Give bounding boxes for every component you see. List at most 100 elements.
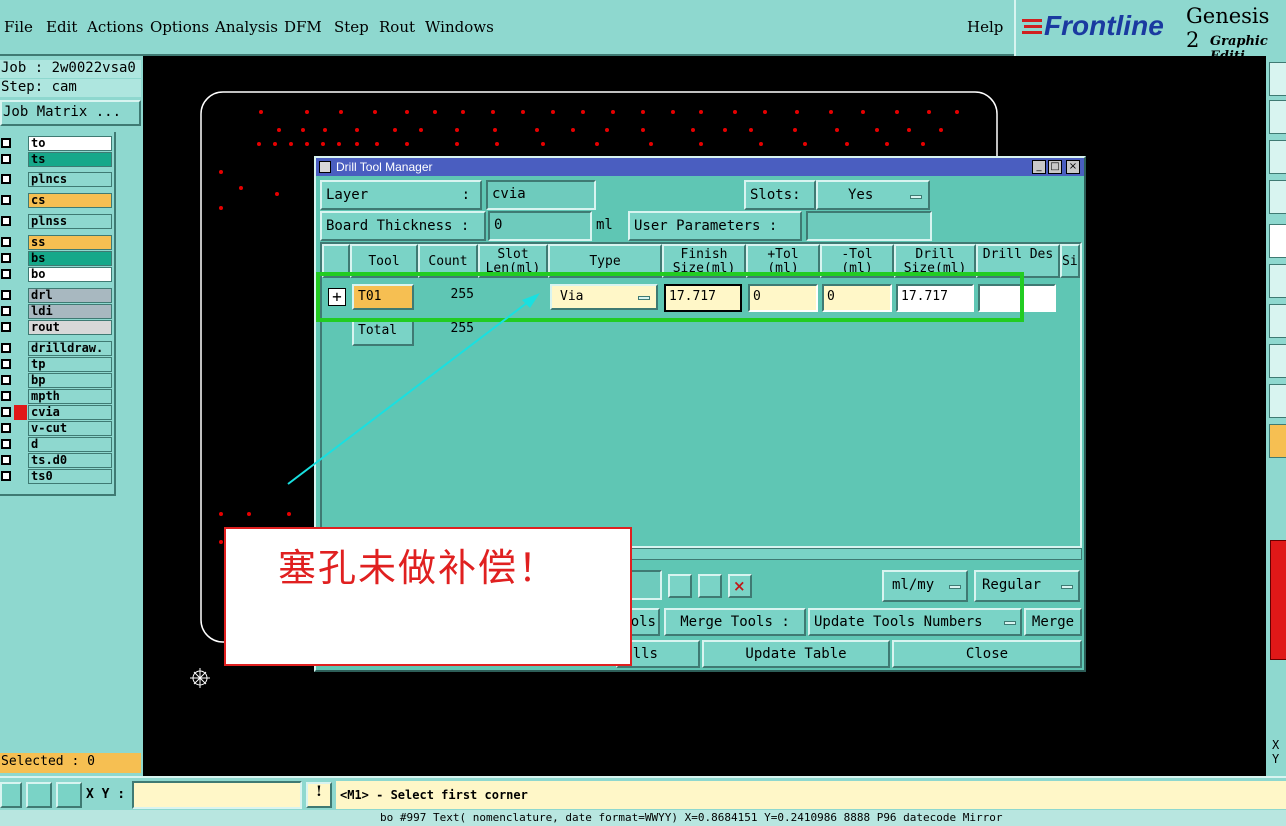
layer-name[interactable]: tp [28, 357, 112, 372]
xy-input[interactable] [132, 781, 302, 809]
slots-dropdown[interactable]: Yes [816, 180, 930, 210]
menu-rout[interactable]: Rout [379, 18, 415, 36]
menu-edit[interactable]: Edit [46, 18, 77, 36]
grid-icon[interactable] [56, 782, 82, 808]
layer-checkbox[interactable] [1, 471, 11, 481]
menu-actions[interactable]: Actions [87, 18, 143, 36]
type-dropdown[interactable]: Via [550, 284, 658, 310]
layer-row-plncs[interactable]: plncs [0, 172, 114, 187]
layer-name[interactable]: to [28, 136, 112, 151]
menu-file[interactable]: File [4, 18, 33, 36]
layer-name[interactable]: mpth [28, 389, 112, 404]
tool-button-6[interactable] [1269, 264, 1286, 298]
menu-options[interactable]: Options [150, 18, 209, 36]
close-icon[interactable]: × [1066, 160, 1080, 174]
menu-dfm[interactable]: DFM [284, 18, 322, 36]
layer-row-tsd0[interactable]: ts.d0 [0, 453, 114, 468]
close-button[interactable]: Close [892, 640, 1082, 668]
delete-icon[interactable]: × [728, 574, 752, 598]
tool-button-1[interactable] [1269, 62, 1286, 96]
layer-row-to[interactable]: to [0, 136, 114, 151]
tool-cell[interactable]: T01 [352, 284, 414, 310]
layer-name[interactable]: drilldraw. [28, 341, 112, 356]
layer-name[interactable]: ldi [28, 304, 112, 319]
tool-button-8[interactable] [1269, 344, 1286, 378]
plus-tol-input[interactable]: 0 [748, 284, 818, 312]
minimize-icon[interactable]: _ [1032, 160, 1046, 174]
minus-tol-input[interactable]: 0 [822, 284, 892, 312]
tool-button-9[interactable] [1269, 384, 1286, 418]
layer-row-bo[interactable]: bo [0, 267, 114, 282]
layer-row-ldi[interactable]: ldi [0, 304, 114, 319]
layer-checkbox[interactable] [1, 359, 11, 369]
layer-name[interactable]: ts0 [28, 469, 112, 484]
measure-icon[interactable] [26, 782, 52, 808]
tool-button-3[interactable] [1269, 140, 1286, 174]
layer-name[interactable]: plncs [28, 172, 112, 187]
layer-name[interactable]: plnss [28, 214, 112, 229]
update-table-button[interactable]: Update Table [702, 640, 890, 668]
tool-button-4[interactable] [1269, 180, 1286, 214]
layer-checkbox[interactable] [1, 290, 11, 300]
mode-dropdown[interactable]: Regular [974, 570, 1080, 602]
update-tools-numbers-dropdown[interactable]: Update Tools Numbers [808, 608, 1022, 636]
tool-button-5[interactable] [1269, 224, 1286, 258]
finish-size-input[interactable]: 17.717 [664, 284, 742, 312]
layer-row-d[interactable]: d [0, 437, 114, 452]
layer-row-drilldraw[interactable]: drilldraw. [0, 341, 114, 356]
layer-row-tp[interactable]: tp [0, 357, 114, 372]
layer-checkbox[interactable] [1, 322, 11, 332]
layer-checkbox[interactable] [1, 237, 11, 247]
layer-row-bs[interactable]: bs [0, 251, 114, 266]
layer-checkbox[interactable] [1, 455, 11, 465]
layer-name[interactable]: drl [28, 288, 112, 303]
layer-row-ts0[interactable]: ts0 [0, 469, 114, 484]
menu-windows[interactable]: Windows [425, 18, 494, 36]
merge-button[interactable]: Merge [1024, 608, 1082, 636]
layer-row-cvia[interactable]: cvia [0, 405, 114, 420]
units-dropdown[interactable]: ml/my [882, 570, 968, 602]
layer-name[interactable]: rout [28, 320, 112, 335]
tool-button-10[interactable] [1269, 424, 1286, 458]
layer-name[interactable]: bp [28, 373, 112, 388]
layer-checkbox[interactable] [1, 253, 11, 263]
layer-checkbox[interactable] [1, 343, 11, 353]
layer-row-bp[interactable]: bp [0, 373, 114, 388]
tool-button-7[interactable] [1269, 304, 1286, 338]
menu-help[interactable]: Help [967, 18, 1003, 36]
layer-name[interactable]: ts [28, 152, 112, 167]
layer-row-ts[interactable]: ts [0, 152, 114, 167]
drill-des-input[interactable] [978, 284, 1056, 312]
layer-checkbox[interactable] [1, 216, 11, 226]
menu-analysis[interactable]: Analysis [215, 18, 278, 36]
layer-checkbox[interactable] [1, 269, 11, 279]
layer-name[interactable]: v-cut [28, 421, 112, 436]
layer-checkbox[interactable] [1, 391, 11, 401]
layer-name[interactable]: ss [28, 235, 112, 250]
zoom-icon[interactable] [0, 782, 22, 808]
layer-row-cs[interactable]: cs [0, 193, 114, 208]
tool-button-2[interactable] [1269, 100, 1286, 134]
layer-name[interactable]: d [28, 437, 112, 452]
layer-checkbox[interactable] [1, 174, 11, 184]
layer-row-mpth[interactable]: mpth [0, 389, 114, 404]
menu-step[interactable]: Step [334, 18, 369, 36]
job-matrix-button[interactable]: Job Matrix ... [0, 100, 141, 126]
layer-name[interactable]: bo [28, 267, 112, 282]
layer-row-ss[interactable]: ss [0, 235, 114, 250]
layer-checkbox[interactable] [1, 306, 11, 316]
board-thickness-field[interactable]: 0 [488, 211, 592, 241]
layer-row-rout[interactable]: rout [0, 320, 114, 335]
layer-row-v-cut[interactable]: v-cut [0, 421, 114, 436]
refresh-icon[interactable] [698, 574, 722, 598]
layer-name[interactable]: ts.d0 [28, 453, 112, 468]
bulb-icon[interactable] [668, 574, 692, 598]
layer-name[interactable]: cvia [28, 405, 112, 420]
layer-row-drl[interactable]: drl [0, 288, 114, 303]
layer-checkbox[interactable] [1, 407, 11, 417]
layer-field[interactable]: cvia [486, 180, 596, 210]
layer-checkbox[interactable] [1, 439, 11, 449]
user-parameters-field[interactable] [806, 211, 932, 241]
layer-name[interactable]: cs [28, 193, 112, 208]
layer-row-plnss[interactable]: plnss [0, 214, 114, 229]
